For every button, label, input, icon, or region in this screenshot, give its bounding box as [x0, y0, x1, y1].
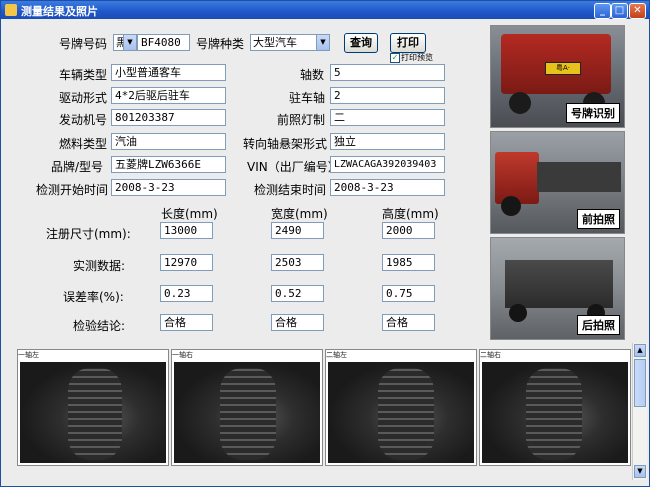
measured-width-field[interactable]: 2503 [271, 254, 324, 271]
error-width-field[interactable]: 0.52 [271, 285, 324, 302]
measured-length-field[interactable]: 12970 [160, 254, 213, 271]
scrollbar-thumb[interactable] [634, 359, 646, 407]
truck-rear-shape [505, 260, 613, 308]
engine-label: 发动机号 [59, 113, 108, 127]
col-height-header: 高度(mm) [382, 207, 439, 221]
vehicle-type-label: 车辆类型 [59, 68, 108, 82]
col-width-header: 宽度(mm) [271, 207, 328, 221]
chevron-down-icon[interactable]: ▼ [316, 35, 329, 50]
wheel-image [328, 362, 474, 463]
close-button[interactable]: ✕ [629, 3, 646, 19]
print-button[interactable]: 打印 [390, 33, 426, 53]
scroll-down-button[interactable]: ▼ [634, 465, 646, 478]
window-title: 测量结果及照片 [21, 5, 98, 18]
rear-photo-caption: 后拍照 [577, 315, 620, 335]
truck-cab-shape [495, 152, 539, 204]
print-preview-label: 打印预览 [401, 53, 433, 62]
wheel-panel-1[interactable]: 一轴左 [17, 349, 169, 466]
wheel-image [20, 362, 166, 463]
main-window: 测量结果及照片 _ □ ✕ 号牌号码 黑 ▼ BF4080 号牌种类 大型汽车 … [0, 0, 650, 487]
axles-label: 轴数 [300, 68, 325, 82]
brand-field[interactable]: 五菱牌LZW6366E [111, 156, 226, 173]
conclusion-label: 检验结论: [73, 319, 126, 333]
engine-field[interactable]: 801203387 [111, 109, 226, 126]
registered-height-field[interactable]: 2000 [382, 222, 435, 239]
parking-axle-field[interactable]: 2 [330, 87, 445, 104]
headlight-label: 前照灯制 [277, 113, 326, 127]
registered-width-field[interactable]: 2490 [271, 222, 324, 239]
print-preview-checkbox[interactable]: ✓ [390, 53, 400, 63]
error-height-field[interactable]: 0.75 [382, 285, 435, 302]
registered-length-field[interactable]: 13000 [160, 222, 213, 239]
wheel-panel-3-label: 二轴左 [326, 351, 347, 359]
rear-photo[interactable]: 后拍照 [490, 237, 625, 340]
wheel-panel-3[interactable]: 二轴左 [325, 349, 477, 466]
tire-shape [378, 368, 434, 460]
headlight-field[interactable]: 二 [330, 109, 445, 126]
front-photo[interactable]: 前拍照 [490, 131, 625, 234]
registered-label: 注册尺寸(mm): [46, 227, 131, 241]
fuel-label: 燃料类型 [59, 137, 108, 151]
steering-label: 转向轴悬架形式 [243, 137, 328, 151]
wheel-panel-2[interactable]: 一轴右 [171, 349, 323, 466]
conclusion-height-field[interactable]: 合格 [382, 314, 435, 331]
plate-recognition-photo[interactable]: 粤A· 号牌识别 [490, 25, 625, 128]
conclusion-width-field[interactable]: 合格 [271, 314, 324, 331]
error-length-field[interactable]: 0.23 [160, 285, 213, 302]
front-photo-caption: 前拍照 [577, 209, 620, 229]
maximize-button[interactable]: □ [611, 3, 628, 19]
end-time-label: 检测结束时间 [254, 183, 327, 197]
wheel-image [482, 362, 628, 463]
vin-label: VIN（出厂编号） [247, 160, 340, 174]
vin-field[interactable]: LZWACAGA392039403 [330, 156, 445, 173]
vehicle-type-field[interactable]: 小型普通客车 [111, 64, 226, 81]
error-rate-label: 误差率(%): [63, 290, 124, 304]
brand-label: 品牌/型号 [51, 160, 104, 174]
plate-type-value: 大型汽车 [253, 36, 297, 49]
app-icon [5, 4, 17, 16]
vertical-scrollbar[interactable]: ▲ ▼ [632, 343, 647, 480]
col-length-header: 长度(mm) [161, 207, 218, 221]
wheel-panel-4-label: 二轴右 [480, 351, 501, 359]
plate-recognition-caption: 号牌识别 [566, 103, 620, 123]
trailer-shape [537, 162, 621, 192]
measured-height-field[interactable]: 1985 [382, 254, 435, 271]
tire-shape [220, 368, 276, 460]
chevron-down-icon[interactable]: ▼ [123, 35, 136, 50]
drive-label: 驱动形式 [59, 91, 108, 105]
parking-axle-label: 驻车轴 [289, 91, 326, 105]
start-time-label: 检测开始时间 [36, 183, 109, 197]
plate-color-select[interactable]: 黑 ▼ [113, 34, 137, 51]
end-time-field[interactable]: 2008-3-23 [330, 179, 445, 196]
plate-number-input[interactable]: BF4080 [137, 34, 190, 51]
steering-field[interactable]: 独立 [330, 133, 445, 150]
title-bar: 测量结果及照片 _ □ ✕ [1, 1, 649, 19]
tire-shape [526, 368, 582, 460]
tire-shape [68, 368, 122, 460]
query-button[interactable]: 查询 [344, 33, 378, 53]
plate-type-select[interactable]: 大型汽车 ▼ [250, 34, 330, 51]
conclusion-length-field[interactable]: 合格 [160, 314, 213, 331]
wheel-panel-1-label: 一轴左 [18, 351, 39, 359]
wheel-image [174, 362, 320, 463]
drive-field[interactable]: 4*2后驱后驻车 [111, 87, 226, 104]
plate-number-label: 号牌号码 [59, 37, 108, 51]
minimize-button[interactable]: _ [594, 3, 611, 19]
measured-label: 实测数据: [73, 259, 126, 273]
axles-field[interactable]: 5 [330, 64, 445, 81]
start-time-field[interactable]: 2008-3-23 [111, 179, 226, 196]
wheel-panel-2-label: 一轴右 [172, 351, 193, 359]
wheel-shape [509, 304, 527, 322]
license-plate: 粤A· [545, 62, 581, 75]
plate-type-label: 号牌种类 [196, 37, 245, 51]
fuel-field[interactable]: 汽油 [111, 133, 226, 150]
wheel-shape [509, 92, 531, 114]
scroll-up-button[interactable]: ▲ [634, 344, 646, 357]
wheel-shape [501, 196, 521, 216]
wheel-panel-4[interactable]: 二轴右 [479, 349, 631, 466]
